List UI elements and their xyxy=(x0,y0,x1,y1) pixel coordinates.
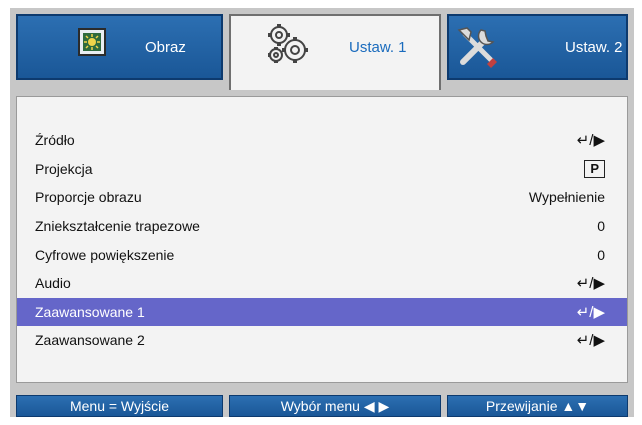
menu-item-zrodlo[interactable]: Źródło ↵/▶ xyxy=(17,126,627,155)
tab-label-obraz: Obraz xyxy=(145,39,186,56)
menu-item-label: Audio xyxy=(35,275,71,292)
menu-item-label: Źródło xyxy=(35,132,75,149)
menu-item-proporcje-obrazu[interactable]: Proporcje obrazu Wypełnienie xyxy=(17,183,627,212)
menu-item-label: Zaawansowane 1 xyxy=(35,303,145,320)
menu-item-zaawansowane-2[interactable]: Zaawansowane 2 ↵/▶ xyxy=(17,326,627,355)
menu-list: Źródło ↵/▶ Projekcja P Proporcje obrazu … xyxy=(17,126,627,355)
menu-item-value: 0 xyxy=(597,218,605,235)
hint-menu-select: Wybór menu ◀ ▶ xyxy=(229,395,441,417)
image-icon xyxy=(78,28,106,56)
menu-item-label: Proporcje obrazu xyxy=(35,189,142,206)
gears-icon xyxy=(268,24,308,63)
settings-panel: Źródło ↵/▶ Projekcja P Proporcje obrazu … xyxy=(10,90,634,391)
tab-label-ustaw-1: Ustaw. 1 xyxy=(349,39,407,56)
menu-item-projekcja[interactable]: Projekcja P xyxy=(17,155,627,184)
menu-item-label: Cyfrowe powiększenie xyxy=(35,246,175,263)
tab-ustaw-2[interactable]: Ustaw. 2 xyxy=(447,14,628,80)
menu-item-label: Zniekształcenie trapezowe xyxy=(35,218,200,235)
menu-item-audio[interactable]: Audio ↵/▶ xyxy=(17,269,627,298)
hint-scroll: Przewijanie ▲▼ xyxy=(447,395,628,417)
projection-mode-icon: P xyxy=(584,159,605,178)
menu-item-value: 0 xyxy=(597,246,605,263)
enter-arrow-icon: ↵/▶ xyxy=(576,303,605,321)
enter-arrow-icon: ↵/▶ xyxy=(576,275,605,293)
menu-item-znieksztalcenie-trapezowe[interactable]: Zniekształcenie trapezowe 0 xyxy=(17,212,627,241)
menu-item-value: Wypełnienie xyxy=(528,189,605,206)
tab-bar: Obraz Ustaw. 1 Ustaw. 2 xyxy=(10,8,634,90)
menu-item-label: Projekcja xyxy=(35,160,93,177)
settings-panel-inner: Źródło ↵/▶ Projekcja P Proporcje obrazu … xyxy=(16,96,628,383)
enter-arrow-icon: ↵/▶ xyxy=(576,332,605,350)
menu-item-label: Zaawansowane 2 xyxy=(35,332,145,349)
projector-osd-menu: Obraz Ustaw. 1 Ustaw. 2 Źródło ↵/▶ Proje… xyxy=(10,8,634,417)
menu-item-cyfrowe-powiekszenie[interactable]: Cyfrowe powiększenie 0 xyxy=(17,240,627,269)
tab-label-ustaw-2: Ustaw. 2 xyxy=(565,39,623,56)
hint-bar: Menu = Wyjście Wybór menu ◀ ▶ Przewijani… xyxy=(10,391,634,417)
enter-arrow-icon: ↵/▶ xyxy=(576,132,605,150)
hint-menu-exit: Menu = Wyjście xyxy=(16,395,223,417)
menu-item-zaawansowane-1[interactable]: Zaawansowane 1 ↵/▶ xyxy=(17,297,627,327)
tools-icon xyxy=(457,27,497,68)
tab-ustaw-1[interactable]: Ustaw. 1 xyxy=(229,14,441,90)
tab-obraz[interactable]: Obraz xyxy=(16,14,223,80)
